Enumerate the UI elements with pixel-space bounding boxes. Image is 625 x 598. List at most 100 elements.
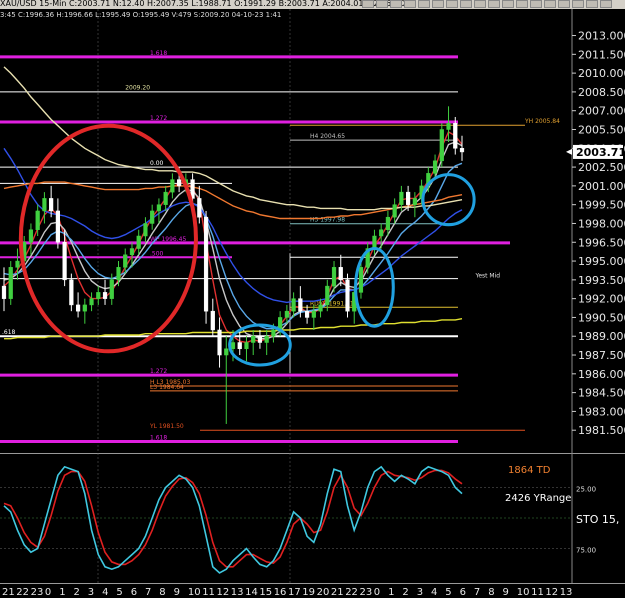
level-label: 1.618 [150, 50, 167, 57]
candle-body [89, 298, 94, 306]
toolbar-button-icon[interactable] [432, 0, 444, 8]
candle-body [35, 210, 40, 230]
time-tick-label: 21 [331, 587, 344, 598]
time-tick-label: 11 [202, 587, 215, 598]
candle-body [439, 129, 444, 162]
time-tick-label: 10 [188, 587, 201, 598]
candle-body [304, 310, 310, 318]
candle-body [453, 122, 458, 149]
candle-body [82, 304, 87, 312]
candle-body [284, 310, 289, 318]
price-tick-label: 2013.000 [578, 30, 625, 43]
toolbar-button-icon[interactable] [586, 0, 598, 8]
candle-body [237, 342, 242, 350]
candle-body [150, 210, 155, 224]
candle-body [379, 229, 384, 237]
toolbar-button-icon[interactable] [474, 0, 486, 8]
candle-body [96, 292, 101, 299]
price-tick-label: 1983.000 [578, 405, 625, 418]
level-label: .500 [150, 250, 164, 257]
time-tick-label: 0 [45, 587, 51, 598]
candle-body [318, 304, 323, 312]
candle-body [8, 267, 13, 299]
toolbar-button-icon[interactable] [600, 0, 612, 8]
candle-body [331, 267, 337, 287]
candle-body [28, 229, 34, 243]
level-label: 1.272 [150, 115, 167, 122]
candle-body [325, 285, 330, 306]
toolbar-button-icon[interactable] [460, 0, 472, 8]
time-tick-label: 7 [474, 587, 480, 598]
candle-body [399, 191, 404, 205]
price-tick-label: 2010.000 [578, 67, 625, 80]
time-tick-label: 23 [360, 587, 373, 598]
candle-body [264, 335, 269, 343]
price-tick-label: 1993.500 [578, 274, 625, 287]
candle-body [345, 279, 350, 312]
toolbar-button-icon[interactable] [516, 0, 528, 8]
toolbar-button-icon[interactable] [502, 0, 514, 8]
time-tick-label: 3 [417, 587, 423, 598]
toolbar-button-icon[interactable] [544, 0, 556, 8]
candle-body [224, 348, 229, 356]
candle-body [271, 329, 276, 337]
level-label: .618 [2, 329, 16, 336]
toolbar-button-icon[interactable] [558, 0, 570, 8]
candle-body [102, 292, 108, 299]
candle-body [406, 191, 411, 205]
candle-body [298, 298, 303, 312]
candle-body [116, 267, 121, 281]
toolbar-button-icon[interactable] [446, 0, 458, 8]
td-label: 1864 TD [508, 465, 551, 476]
candle-body [1, 285, 7, 299]
time-tick-label: 16 [274, 587, 287, 598]
level-label: 1.618 [150, 434, 167, 441]
toolbar-button-icon[interactable] [362, 0, 374, 8]
toolbar-button-icon[interactable] [488, 0, 500, 8]
candle-body [244, 342, 249, 350]
time-tick-label: 8 [488, 587, 494, 598]
candle-body [338, 267, 343, 281]
last-price-label: 2003.71 [576, 146, 625, 159]
price-tick-label: 1990.500 [578, 311, 625, 324]
candle-body [143, 223, 148, 237]
price-chart: 1.6181.272 YH 2005.84H4 2004.650.00H3 199… [0, 9, 625, 453]
annotation-text: 2009.20 [125, 84, 150, 91]
chart-toolbar: XAU/USD 15-Min C:2003.71 N:12.40 H:2007.… [0, 0, 625, 9]
toolbar-button-icon[interactable] [572, 0, 584, 8]
time-tick-label: 11 [531, 587, 544, 598]
time-axis: 21 22 23 0 1 2 3 4 5 6 7 8 9 10 11 12 13 14 15 16 17 19 20 21 22… [0, 583, 625, 598]
candle-body [136, 235, 141, 249]
price-tick-label: 1999.500 [578, 199, 625, 212]
price-tick-label: 2011.500 [578, 48, 625, 61]
price-tick-label: 1998.000 [578, 217, 625, 230]
time-tick-label: 5 [445, 587, 451, 598]
level-label: 0.00 [150, 160, 164, 167]
time-tick-label: 12 [217, 587, 230, 598]
candle-body [385, 216, 391, 230]
price-tick-label: 2005.500 [578, 124, 625, 137]
osc-tick-label: 75.00 [576, 547, 596, 555]
level-label: YH 2005.84 [524, 118, 560, 125]
time-tick-label: 9 [174, 587, 180, 598]
price-tick-label: 1984.500 [578, 387, 625, 400]
price-tick-label: 1995.000 [578, 255, 625, 268]
toolbar-button-icon[interactable] [404, 0, 416, 8]
level-label: YL 1981.50 [149, 423, 184, 430]
time-tick-label: 4 [102, 587, 108, 598]
toolbar-button-icon[interactable] [376, 0, 388, 8]
price-tick-label: 1986.000 [578, 368, 625, 381]
price-tick-label: 1989.000 [578, 330, 625, 343]
candle-body [203, 216, 209, 312]
oscillator-name: STO 15, [576, 513, 619, 526]
toolbar-button-icon[interactable] [390, 0, 402, 8]
candle-body [170, 179, 175, 193]
toolbar-button-icon[interactable] [530, 0, 542, 8]
toolbar-button-icon[interactable] [418, 0, 430, 8]
time-tick-label: 10 [517, 587, 530, 598]
candle-body [251, 335, 256, 343]
candle-body [123, 254, 128, 268]
time-tick-label: 5 [116, 587, 122, 598]
candle-body [177, 179, 182, 187]
osc-tick-label: 25.00 [576, 486, 596, 494]
